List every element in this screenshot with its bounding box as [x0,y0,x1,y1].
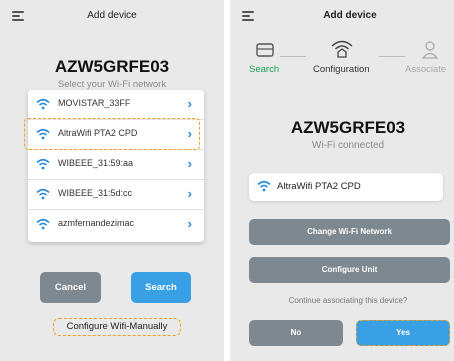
selected-network-name: AltraWifi PTA2 CPD [277,181,361,192]
chevron-right-icon: › [187,96,192,111]
progress-steps: Search Configuration Associate [230,40,454,80]
network-name: azmfernandezimac [58,218,135,228]
step-connector [280,56,306,57]
chevron-right-icon: › [187,186,192,201]
page-title: Add device [87,10,137,21]
continue-question: Continue associating this device? [288,296,408,305]
network-item[interactable]: WIBEEE_31:5d:cc › [28,180,204,210]
configure-unit-button[interactable]: Configure Unit [249,257,450,283]
wifi-icon [257,180,271,192]
router-icon [256,43,274,57]
wifi-icon [36,218,50,230]
user-icon [421,41,439,59]
network-list: MOVISTAR_33FF › AltraWifi PTA2 CPD › WIB… [28,90,204,242]
select-network-hint: Select your Wi-Fi network [57,79,167,90]
page-title: Add device [323,10,377,21]
wifi-icon [36,98,50,110]
device-id: AZW5GRFE03 [54,57,170,76]
selected-network-field: AltraWifi PTA2 CPD [249,173,443,201]
right-screen: Add device Search Configuration Associat… [230,0,454,361]
change-wifi-network-button[interactable]: Change Wi-Fi Network [249,219,450,245]
yes-button[interactable]: Yes [356,320,450,346]
connection-status: Wi-Fi connected [311,140,385,151]
network-item[interactable]: WIBEEE_31:59:aa › [28,150,204,180]
search-button[interactable]: Search [131,272,191,303]
chevron-right-icon: › [187,216,192,231]
step-connector [379,56,405,57]
step-configuration-label: Configuration [313,64,370,75]
selection-highlight [24,118,200,150]
network-item[interactable]: azmfernandezimac › [28,210,204,240]
network-item[interactable]: MOVISTAR_33FF › [28,90,204,120]
no-button[interactable]: No [249,320,343,346]
configure-wifi-manually-link[interactable]: Configure Wifi-Manually [53,318,181,336]
network-name: WIBEEE_31:5d:cc [58,188,133,198]
wifi-icon [36,188,50,200]
cancel-button[interactable]: Cancel [40,272,101,303]
chevron-right-icon: › [187,156,192,171]
network-name: MOVISTAR_33FF [58,98,131,108]
wifi-home-icon [331,40,353,58]
network-name: WIBEEE_31:59:aa [58,158,134,168]
step-associate-label: Associate [405,64,447,75]
device-id: AZW5GRFE03 [290,118,406,137]
step-search-label: Search [249,64,280,75]
left-screen: Add device AZW5GRFE03 Select your Wi-Fi … [0,0,224,361]
wifi-icon [36,158,50,170]
